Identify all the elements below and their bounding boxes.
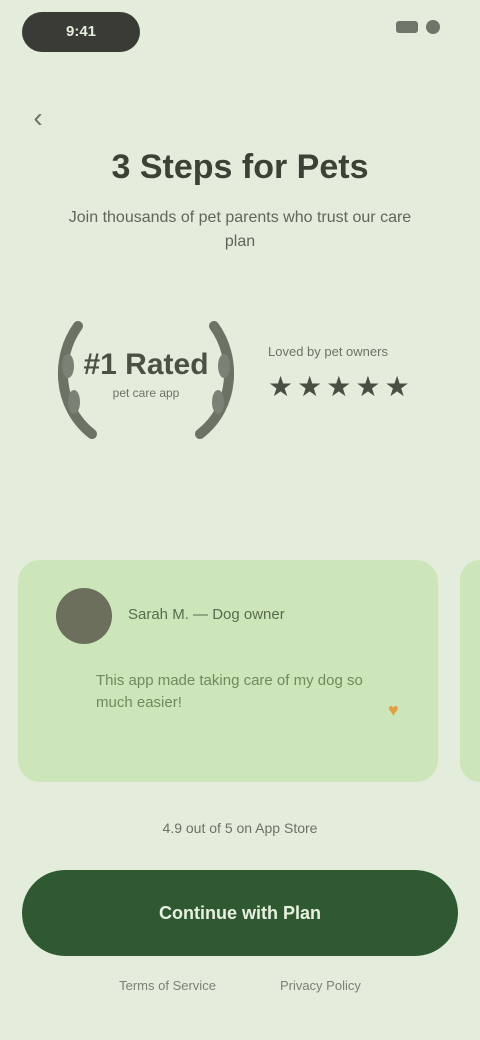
- star-icon: ★: [268, 371, 294, 402]
- next-review-card[interactable]: [460, 560, 480, 782]
- star-rating: ★ ★ ★ ★ ★: [268, 372, 410, 402]
- reviewer-name: Sarah M. — Dog owner: [128, 606, 285, 623]
- battery-icon: [426, 20, 440, 34]
- status-icons: [396, 20, 440, 34]
- footer-links: Terms of Service Privacy Policy: [0, 978, 480, 993]
- star-icon: ★: [297, 371, 323, 402]
- star-icon: ★: [355, 371, 381, 402]
- continue-button[interactable]: Continue with Plan: [22, 870, 458, 956]
- badge-sub: pet care app: [112, 386, 180, 400]
- privacy-link[interactable]: Privacy Policy: [280, 978, 361, 993]
- status-bar: 9:41: [0, 0, 480, 64]
- terms-link[interactable]: Terms of Service: [119, 978, 216, 993]
- page-title: 3 Steps for Pets: [111, 148, 369, 186]
- trust-note: 4.9 out of 5 on App Store: [162, 820, 318, 836]
- rating-caption: Loved by pet owners: [268, 344, 388, 359]
- badge-main: #1 Rated: [83, 348, 209, 381]
- review-text: This app made taking care of my dog so m…: [96, 672, 363, 711]
- star-icon: ★: [384, 371, 410, 402]
- star-icon: ★: [326, 371, 352, 402]
- avatar: [56, 588, 112, 644]
- review-card[interactable]: Sarah M. — Dog owner This app made takin…: [18, 560, 438, 782]
- status-time: 9:41: [22, 12, 140, 52]
- signal-icon: [396, 21, 418, 33]
- heart-icon: ♥: [388, 700, 399, 720]
- back-button[interactable]: ‹: [18, 98, 58, 138]
- laurel-badge: #1 Rated pet care app: [48, 316, 244, 446]
- badge-text: #1 Rated pet care app: [48, 348, 244, 400]
- chevron-left-icon: ‹: [33, 102, 43, 133]
- page-subtitle: Join thousands of pet parents who trust …: [68, 209, 412, 250]
